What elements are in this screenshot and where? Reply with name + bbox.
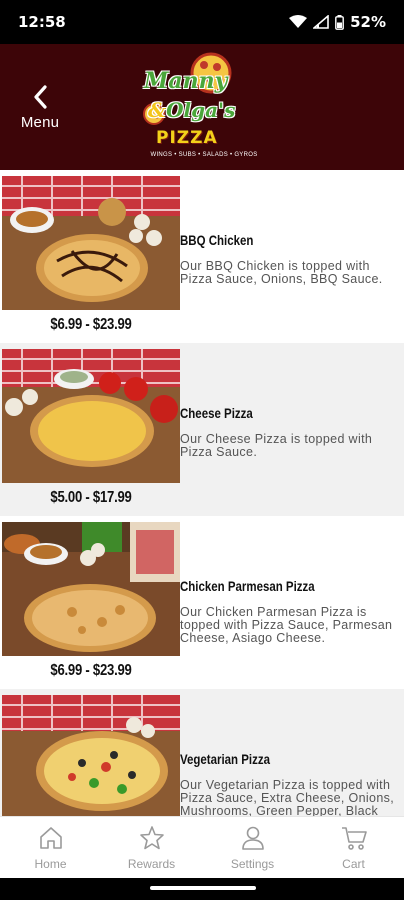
- tab-cart[interactable]: Cart: [303, 817, 404, 878]
- chevron-left-icon: [34, 85, 47, 109]
- signal-icon: [313, 15, 329, 29]
- menu-item-photo: [2, 176, 180, 310]
- home-gesture-handle[interactable]: [150, 886, 256, 890]
- menu-item[interactable]: Cheese Pizza Our Cheese Pizza is topped …: [0, 343, 404, 516]
- logo-olgas: Olga's: [166, 98, 236, 122]
- menu-item-description: Our Cheese Pizza is topped with Pizza Sa…: [180, 432, 373, 459]
- tab-label: Home: [34, 857, 67, 871]
- logo-text-pizza: PIZZA: [156, 128, 218, 148]
- status-time: 12:58: [18, 13, 66, 31]
- logo-tagline: WINGS • SUBS • SALADS • GYROS: [150, 152, 258, 158]
- menu-label: Menu: [20, 114, 60, 131]
- logo-text-olgas: &Olga's: [148, 98, 235, 122]
- menu-item-description: Our Chicken Parmesan Pizza is topped wit…: [180, 605, 393, 645]
- battery-icon: [335, 14, 344, 30]
- menu-item-title: Chicken Parmesan Pizza: [180, 578, 315, 594]
- wifi-icon: [289, 15, 308, 28]
- logo-ampersand: &: [148, 98, 167, 122]
- app-header: Menu Manny &Olga's PIZZA WINGS • SUBS • …: [0, 44, 404, 170]
- tab-label: Cart: [342, 857, 365, 871]
- menu-item-price: $5.00 - $17.99: [50, 489, 132, 506]
- tab-home[interactable]: Home: [0, 817, 101, 878]
- tab-rewards[interactable]: Rewards: [101, 817, 202, 878]
- menu-list: BBQ Chicken Our BBQ Chicken is topped wi…: [0, 170, 404, 816]
- menu-item[interactable]: BBQ Chicken Our BBQ Chicken is topped wi…: [0, 170, 404, 343]
- system-navigation-bar: [0, 878, 404, 900]
- menu-item-title: Cheese Pizza: [180, 405, 253, 421]
- bottom-tab-bar: Home Rewards Settings Cart: [0, 816, 404, 878]
- status-icons: 52%: [289, 13, 386, 31]
- battery-percent: 52%: [350, 13, 386, 31]
- menu-item-title: Vegetarian Pizza: [180, 751, 270, 767]
- menu-item[interactable]: Vegetarian Pizza Our Vegetarian Pizza is…: [0, 689, 404, 816]
- menu-item-photo: [2, 522, 180, 656]
- menu-item-description: Our BBQ Chicken is topped with Pizza Sau…: [180, 259, 383, 286]
- tab-label: Settings: [230, 857, 275, 871]
- menu-item-price: $6.99 - $23.99: [50, 662, 132, 679]
- tab-settings[interactable]: Settings: [202, 817, 303, 878]
- star-icon: [139, 826, 164, 850]
- cart-icon: [341, 827, 367, 850]
- menu-item-price: $6.99 - $23.99: [50, 316, 132, 333]
- menu-item-photo: [2, 349, 180, 483]
- menu-item-title: BBQ Chicken: [180, 232, 254, 248]
- menu-button[interactable]: Menu: [14, 84, 66, 136]
- menu-item[interactable]: Chicken Parmesan Pizza Our Chicken Parme…: [0, 516, 404, 689]
- menu-item-description: Our Vegetarian Pizza is topped with Pizz…: [180, 778, 395, 817]
- person-icon: [241, 826, 264, 850]
- menu-item-photo: [2, 695, 180, 816]
- tab-label: Rewards: [127, 857, 176, 871]
- status-bar: 12:58 52%: [0, 0, 404, 44]
- restaurant-logo: Manny &Olga's PIZZA WINGS • SUBS • SALAD…: [140, 50, 268, 166]
- home-icon: [39, 827, 62, 849]
- logo-text-manny: Manny: [144, 68, 228, 94]
